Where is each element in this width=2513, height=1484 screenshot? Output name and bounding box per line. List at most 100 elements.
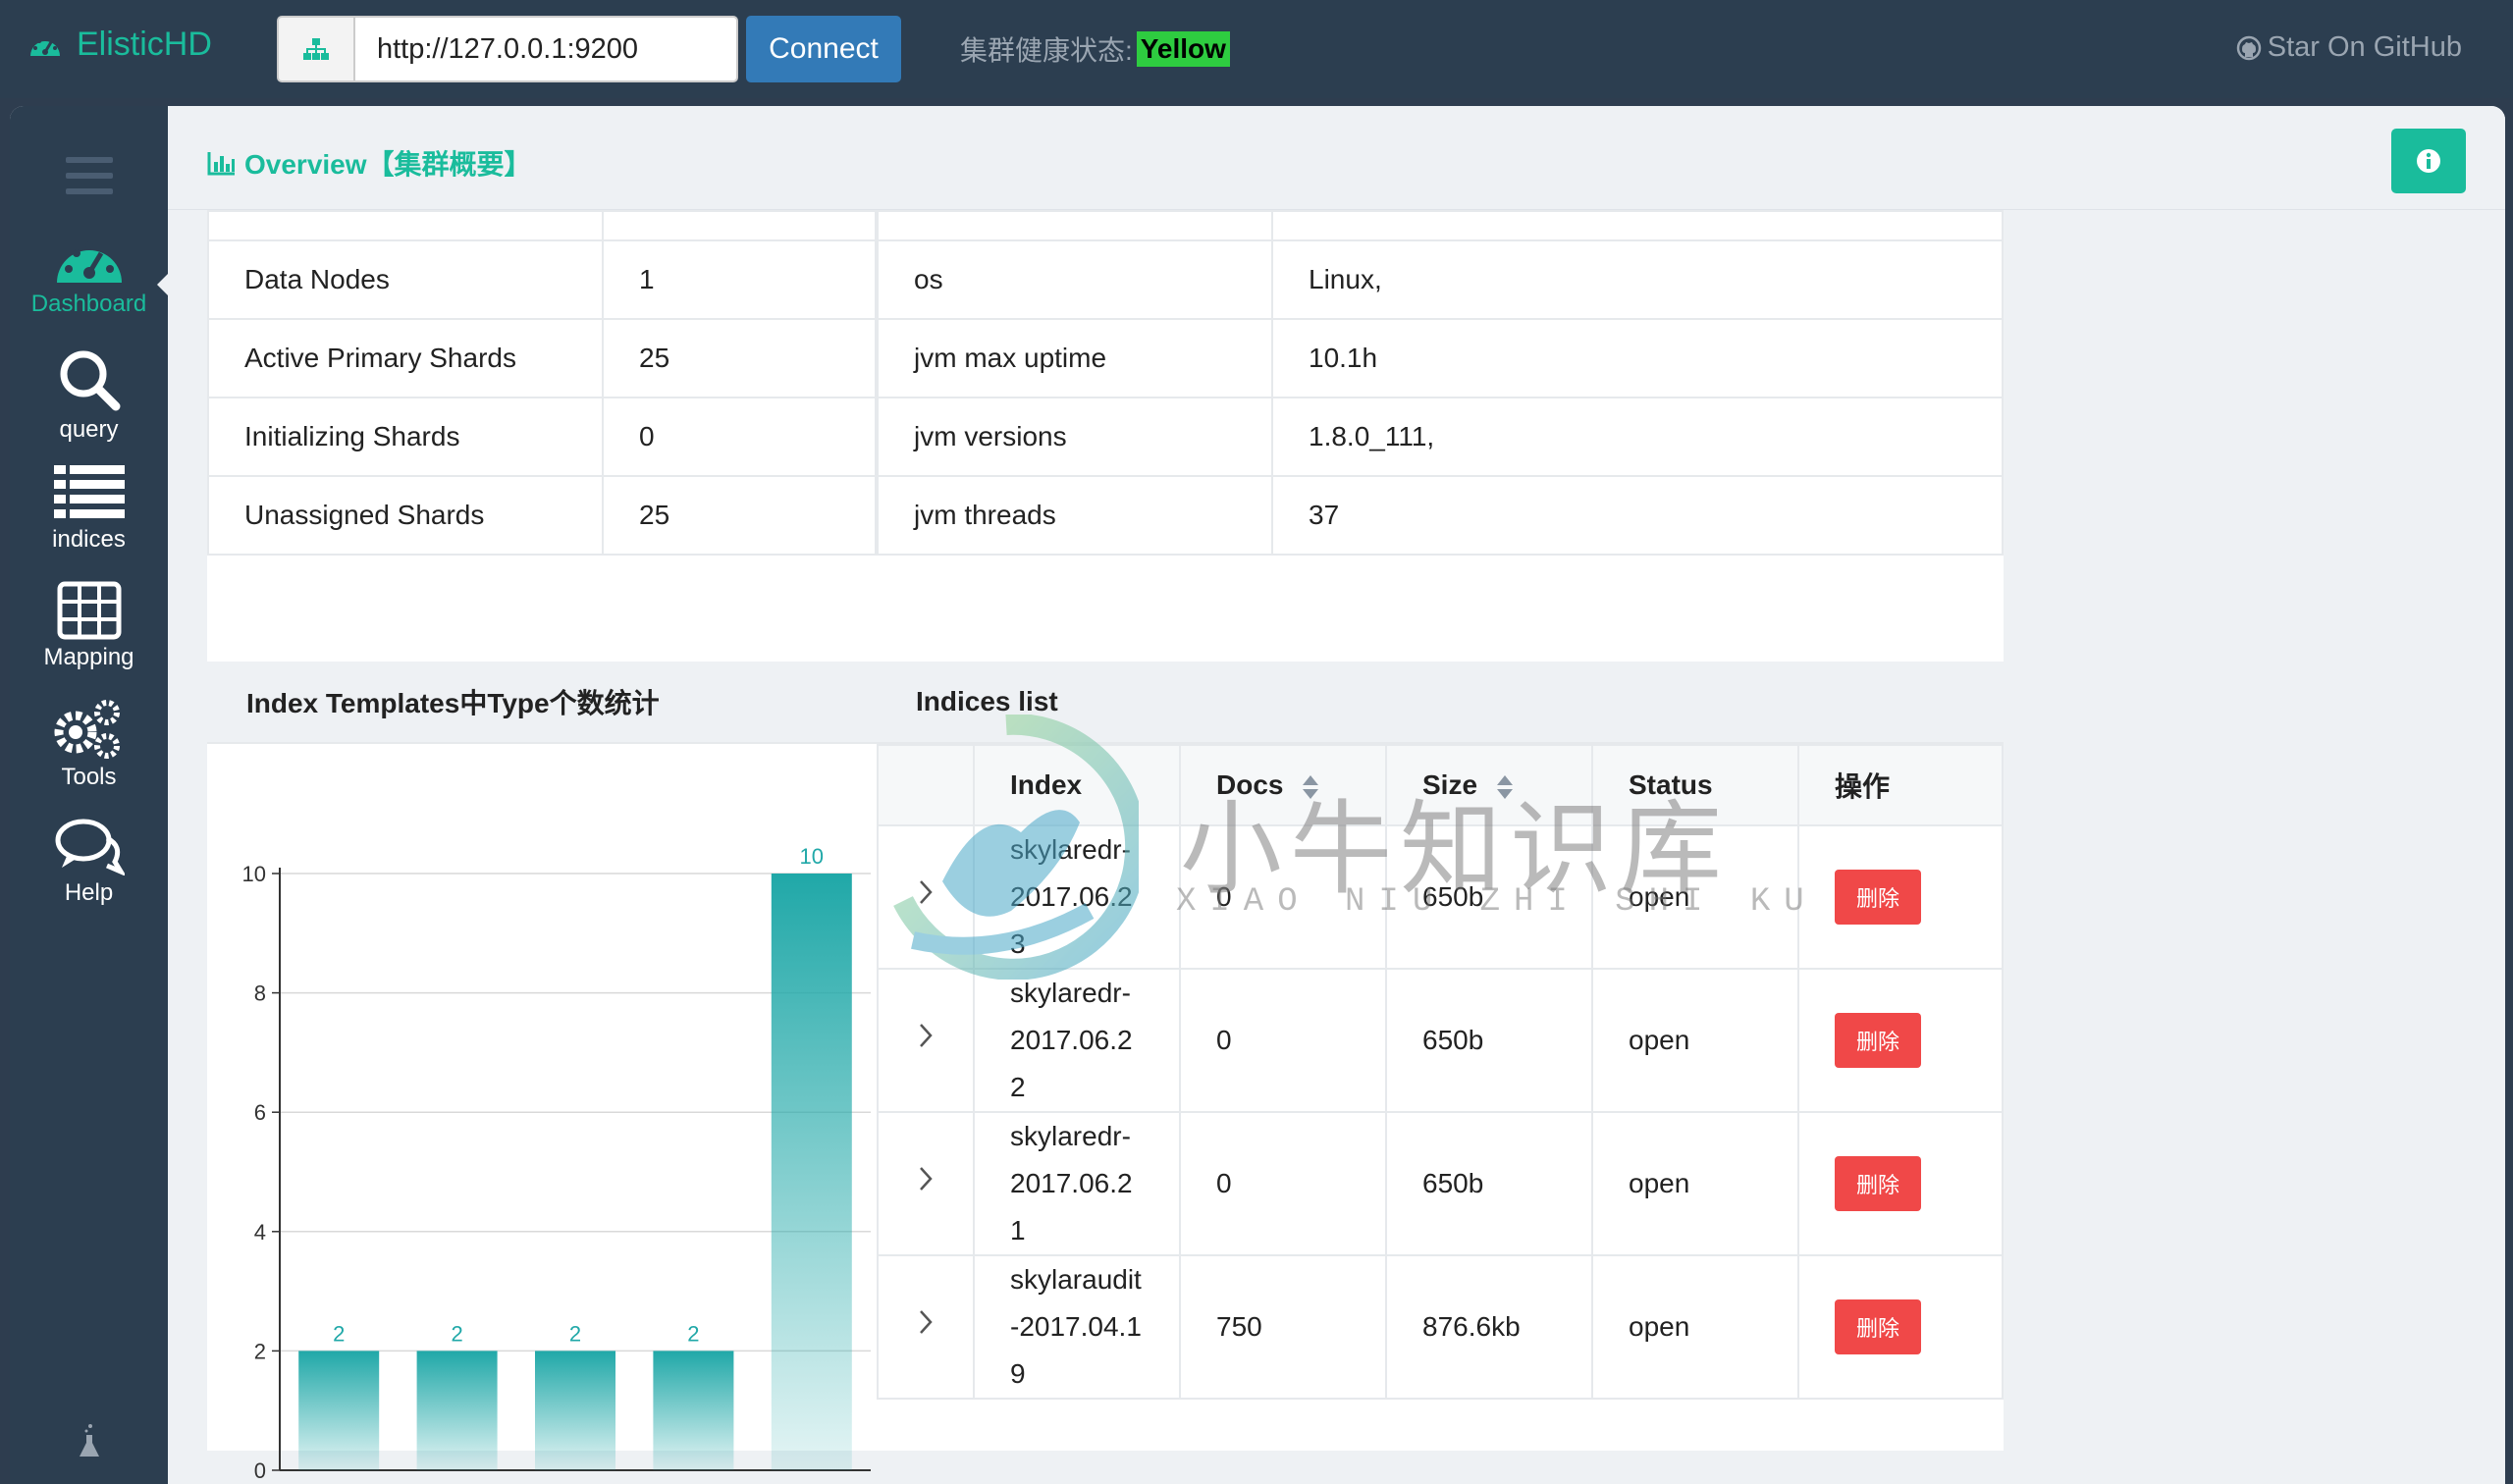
column-header-actions: 操作 <box>1797 744 2004 826</box>
sidebar-item-query[interactable]: query <box>10 347 168 444</box>
index-name-cell: skylaraudit -2017.04.1 9 <box>973 1254 1181 1400</box>
index-name-line: skylaredr- <box>1010 1121 1131 1151</box>
sidebar-item-help[interactable]: Help <box>10 817 168 907</box>
status-cell: open <box>1591 968 1799 1113</box>
table-icon <box>57 581 121 640</box>
cluster-panel: Data Nodes 1 Active Primary Shards 25 In… <box>207 210 877 1483</box>
data-label: 2 <box>687 1321 699 1346</box>
stat-label: jvm max uptime <box>877 318 1273 398</box>
health-badge: Yellow <box>1136 31 1230 67</box>
table-row: jvm versions 1.8.0_111, <box>877 397 2004 477</box>
stat-label: Active Primary Shards <box>207 318 604 398</box>
stat-label: jvm versions <box>877 397 1273 477</box>
stat-value: 1 <box>602 239 877 320</box>
index-name-line: 2 <box>1010 1072 1026 1102</box>
page-title: Overview【集群概要】 <box>207 143 532 183</box>
stat-label: jvm threads <box>877 475 1273 556</box>
list-icon <box>53 465 125 518</box>
stat-value: Linux, <box>1271 239 2004 320</box>
dashboard-icon <box>56 241 122 283</box>
info-icon <box>2417 149 2440 173</box>
index-name-cell: skylaredr- 2017.06.2 1 <box>973 1111 1181 1256</box>
sidebar-item-label: Tools <box>61 764 117 790</box>
expand-row-icon[interactable] <box>877 1111 975 1256</box>
sidebar-item-tools[interactable]: Tools <box>10 697 168 791</box>
menu-toggle-icon[interactable] <box>66 157 113 204</box>
data-label: 2 <box>569 1321 581 1346</box>
sidebar-item-label: Mapping <box>43 644 134 670</box>
flask-icon[interactable] <box>79 1423 100 1463</box>
info-button[interactable] <box>2391 129 2466 193</box>
bar <box>535 1351 615 1470</box>
index-templates-chart: 02468102elastichd22test210skylaraudit <box>242 844 871 1483</box>
data-label: 10 <box>800 844 824 869</box>
page-title-text: Overview【集群概要】 <box>244 149 532 180</box>
table-row: skylaredr- 2017.06.2 1 0 650b open 删除 <box>877 1111 2004 1256</box>
index-name-line: 2017.06.2 <box>1010 1168 1133 1198</box>
action-cell: 删除 <box>1797 968 2004 1113</box>
table-row: Data Nodes 1 <box>207 239 877 320</box>
index-name-line: 2017.06.2 <box>1010 1025 1133 1055</box>
delete-button[interactable]: 删除 <box>1835 1156 1921 1211</box>
expand-row-icon[interactable] <box>877 1254 975 1400</box>
bar <box>771 874 852 1470</box>
search-icon <box>60 350 120 411</box>
data-label: 2 <box>451 1321 462 1346</box>
brand-name: ElisticHD <box>77 26 212 63</box>
es-url-input[interactable] <box>353 16 738 82</box>
github-label: Star On GitHub <box>2267 31 2462 63</box>
bar <box>298 1351 380 1470</box>
table-row: os Linux, <box>877 239 2004 320</box>
size-cell: 650b <box>1385 1111 1593 1256</box>
docs-cell: 750 <box>1179 1254 1387 1400</box>
github-icon <box>2236 35 2261 60</box>
stat-value: 1.8.0_111, <box>1271 397 2004 477</box>
connection-input-group <box>277 16 738 82</box>
table-row: Unassigned Shards 25 <box>207 475 877 556</box>
data-label: 2 <box>333 1321 345 1346</box>
app-frame: Dashboard query indices Mapping Tools He… <box>10 106 2505 1484</box>
y-tick-label: 0 <box>254 1458 266 1483</box>
stat-label: os <box>877 239 1273 320</box>
stat-value: 25 <box>602 475 877 556</box>
stat-value: 0 <box>602 397 877 477</box>
sidebar: Dashboard query indices Mapping Tools He… <box>10 106 169 1484</box>
stat-label: Initializing Shards <box>207 397 604 477</box>
expand-row-icon[interactable] <box>877 968 975 1113</box>
index-name-line: 9 <box>1010 1358 1026 1389</box>
sitemap-icon <box>277 16 353 82</box>
stat-label: Data Nodes <box>207 239 604 320</box>
sidebar-item-label: query <box>59 416 119 443</box>
brand-logo[interactable]: ElisticHD <box>27 26 212 64</box>
content-header: Overview【集群概要】 <box>168 106 2505 210</box>
y-tick-label: 8 <box>254 981 266 1006</box>
table-row: Initializing Shards 0 <box>207 397 877 477</box>
status-cell: open <box>1591 1254 1799 1400</box>
watermark-logo <box>893 715 1139 980</box>
action-cell: 删除 <box>1797 1111 2004 1256</box>
y-tick-label: 2 <box>254 1339 266 1363</box>
sidebar-item-label: Dashboard <box>30 291 147 317</box>
action-cell: 删除 <box>1797 1254 2004 1400</box>
delete-button[interactable]: 删除 <box>1835 1013 1921 1068</box>
comments-icon <box>55 819 125 875</box>
y-tick-label: 4 <box>254 1220 266 1245</box>
dashboard-icon <box>30 35 60 56</box>
index-name-line: skylaraudit <box>1010 1264 1142 1295</box>
index-name-line: -2017.04.1 <box>1010 1311 1142 1342</box>
connect-button[interactable]: Connect <box>746 16 901 82</box>
sidebar-item-indices[interactable]: indices <box>10 463 168 554</box>
sidebar-item-mapping[interactable]: Mapping <box>10 581 168 671</box>
sidebar-item-dashboard[interactable]: Dashboard <box>10 232 168 318</box>
table-row: Active Primary Shards 25 <box>207 318 877 398</box>
jvm-stats-table: os Linux, jvm max uptime 10.1h jvm versi… <box>877 210 2004 556</box>
delete-button[interactable]: 删除 <box>1835 1299 1921 1354</box>
docs-cell: 0 <box>1179 968 1387 1113</box>
table-row: jvm max uptime 10.1h <box>877 318 2004 398</box>
github-star-link[interactable]: Star On GitHub <box>2236 31 2462 64</box>
index-name-line: 1 <box>1010 1215 1026 1246</box>
table-row: skylaredr- 2017.06.2 2 0 650b open 删除 <box>877 968 2004 1113</box>
docs-cell: 0 <box>1179 1111 1387 1256</box>
bar <box>416 1351 498 1470</box>
delete-button[interactable]: 删除 <box>1835 870 1921 925</box>
